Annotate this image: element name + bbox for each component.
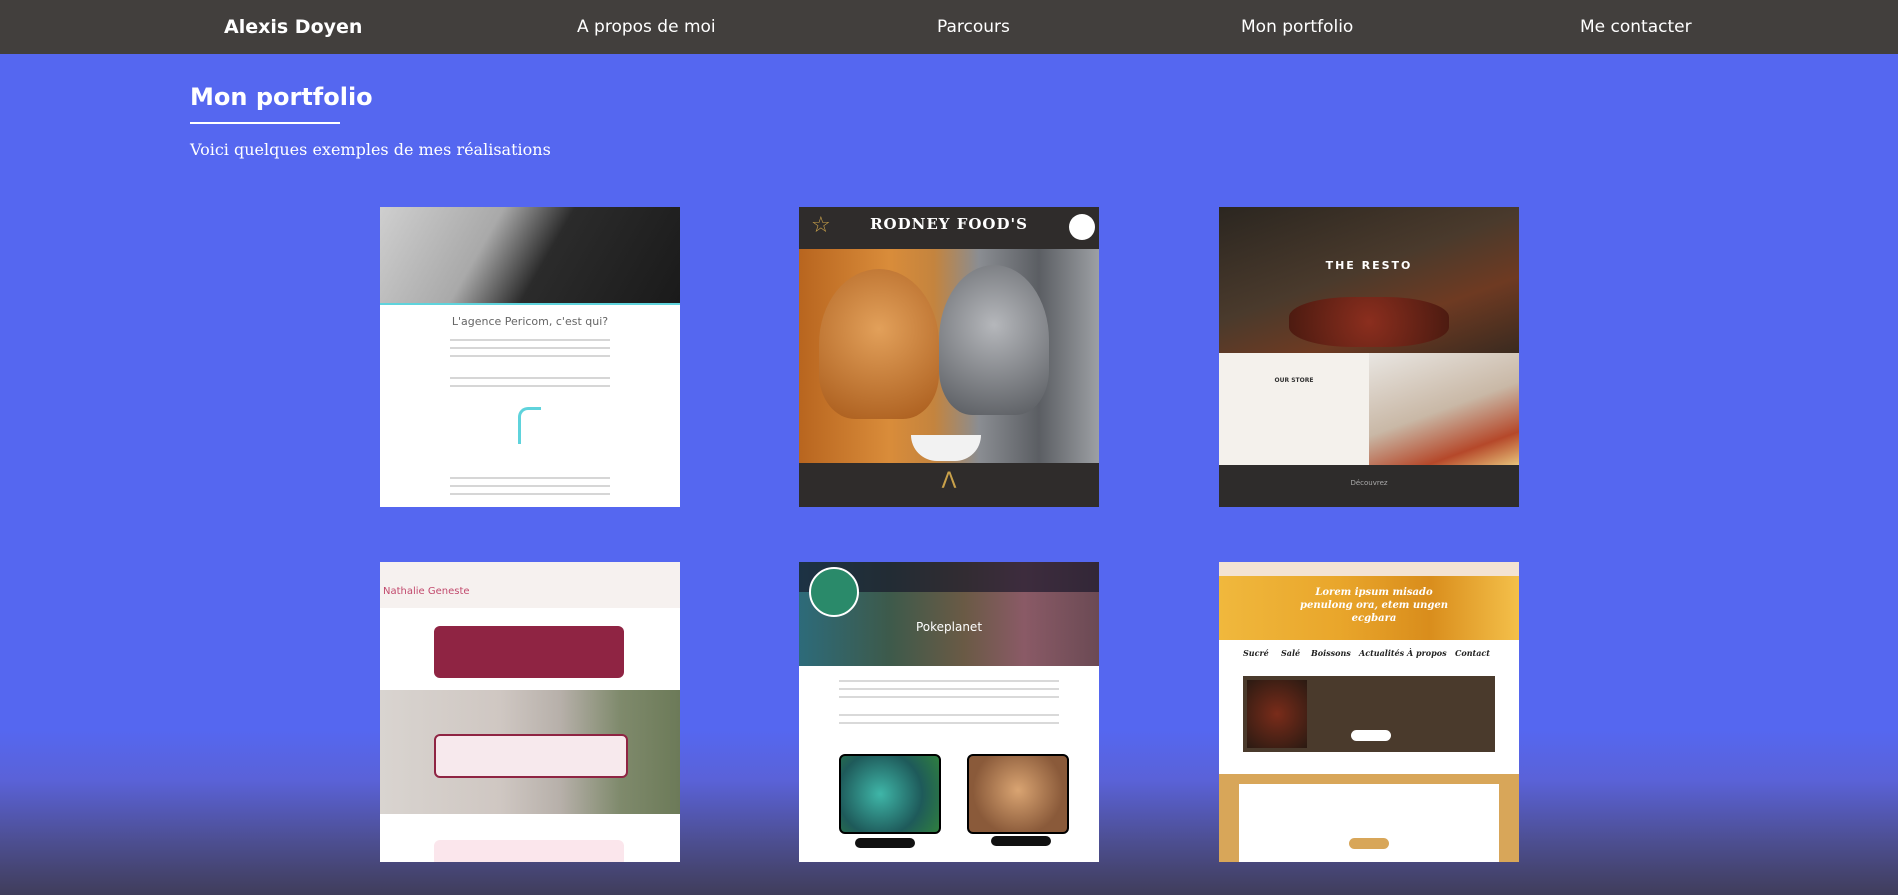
card-button [1349,838,1389,849]
menu-item: Boissons [1311,648,1351,658]
card-menu: Sucré Salé Boissons Actualités À propos … [1219,648,1519,664]
meat-image [1289,297,1449,347]
card-text-line [450,385,610,387]
menu-item: À propos [1407,648,1447,658]
portfolio-card-rodney-foods[interactable]: ☆ RODNEY FOOD'S Λ [799,207,1099,507]
card-text-line [839,714,1059,716]
portfolio-card-the-resto[interactable]: THE RESTO OUR STORE Découvrez [1219,207,1519,507]
card-hero-image [380,207,680,303]
card-text-line [450,485,610,487]
card-text-line [450,377,610,379]
title-underline [190,122,340,124]
card-title: RODNEY FOOD'S [870,215,1028,233]
card-text-line [839,722,1059,724]
nav-link-parcours[interactable]: Parcours [937,0,1010,54]
card-text-line [839,680,1059,682]
nav-link-about[interactable]: A propos de moi [577,0,716,54]
card-text-line [839,696,1059,698]
card-button [991,836,1051,846]
card-button [1351,730,1391,741]
card-text-line [450,355,610,357]
card-heading: L'agence Pericom, c'est qui? [451,315,609,328]
menu-item: Actualités [1359,648,1405,658]
card-text-line [450,339,610,341]
menu-item: Contact [1455,648,1490,658]
store-panel [1219,353,1369,465]
card-top-bar [1219,562,1519,576]
card-text-line [450,477,610,479]
content-box [434,840,624,862]
content-box [434,626,624,678]
card-header [380,562,680,608]
card-text-line [839,688,1059,690]
top-navbar: Alexis Doyen A propos de moi Parcours Mo… [0,0,1898,54]
menu-item: Salé [1281,648,1301,658]
nav-link-contact[interactable]: Me contacter [1580,0,1692,54]
store-label: OUR STORE [1274,377,1314,384]
card-text-line [450,347,610,349]
card-title: Pokeplanet [915,620,983,634]
rabbit-image [967,754,1069,834]
brand-logo-link[interactable]: Alexis Doyen [224,0,362,54]
card-text-line [450,493,610,495]
content-box [1239,784,1499,862]
portfolio-card-food[interactable]: Lorem ipsum misado penulong ora, etem un… [1219,562,1519,862]
content-box [434,734,628,778]
lizard-image [839,754,941,834]
pericom-logo-icon [518,407,541,444]
chef-image [1369,353,1519,465]
menu-item: Sucré [1243,648,1269,658]
portfolio-card-pokeplanet[interactable]: Pokeplanet [799,562,1099,862]
a-logo-icon: Λ [941,469,957,494]
hero-text: Lorem ipsum misado penulong ora, etem un… [1299,587,1449,624]
portfolio-card-nathalie-geneste[interactable]: Nathalie Geneste [380,562,680,862]
dish-image [1247,680,1307,748]
cat-image [939,265,1049,415]
card-title: Nathalie Geneste [383,586,470,597]
section-subtitle: Voici quelques exemples de mes réalisati… [190,140,551,159]
card-button [855,838,915,848]
planet-logo-icon [809,567,859,617]
card-title: THE RESTO [1325,259,1413,272]
dog-image [819,269,939,419]
section-title: Mon portfolio [190,83,373,111]
nav-link-portfolio[interactable]: Mon portfolio [1241,0,1353,54]
discover-label: Découvrez [1350,479,1388,487]
card-divider [380,303,680,305]
cart-icon [1069,214,1095,240]
portfolio-card-pericom[interactable]: L'agence Pericom, c'est qui? [380,207,680,507]
